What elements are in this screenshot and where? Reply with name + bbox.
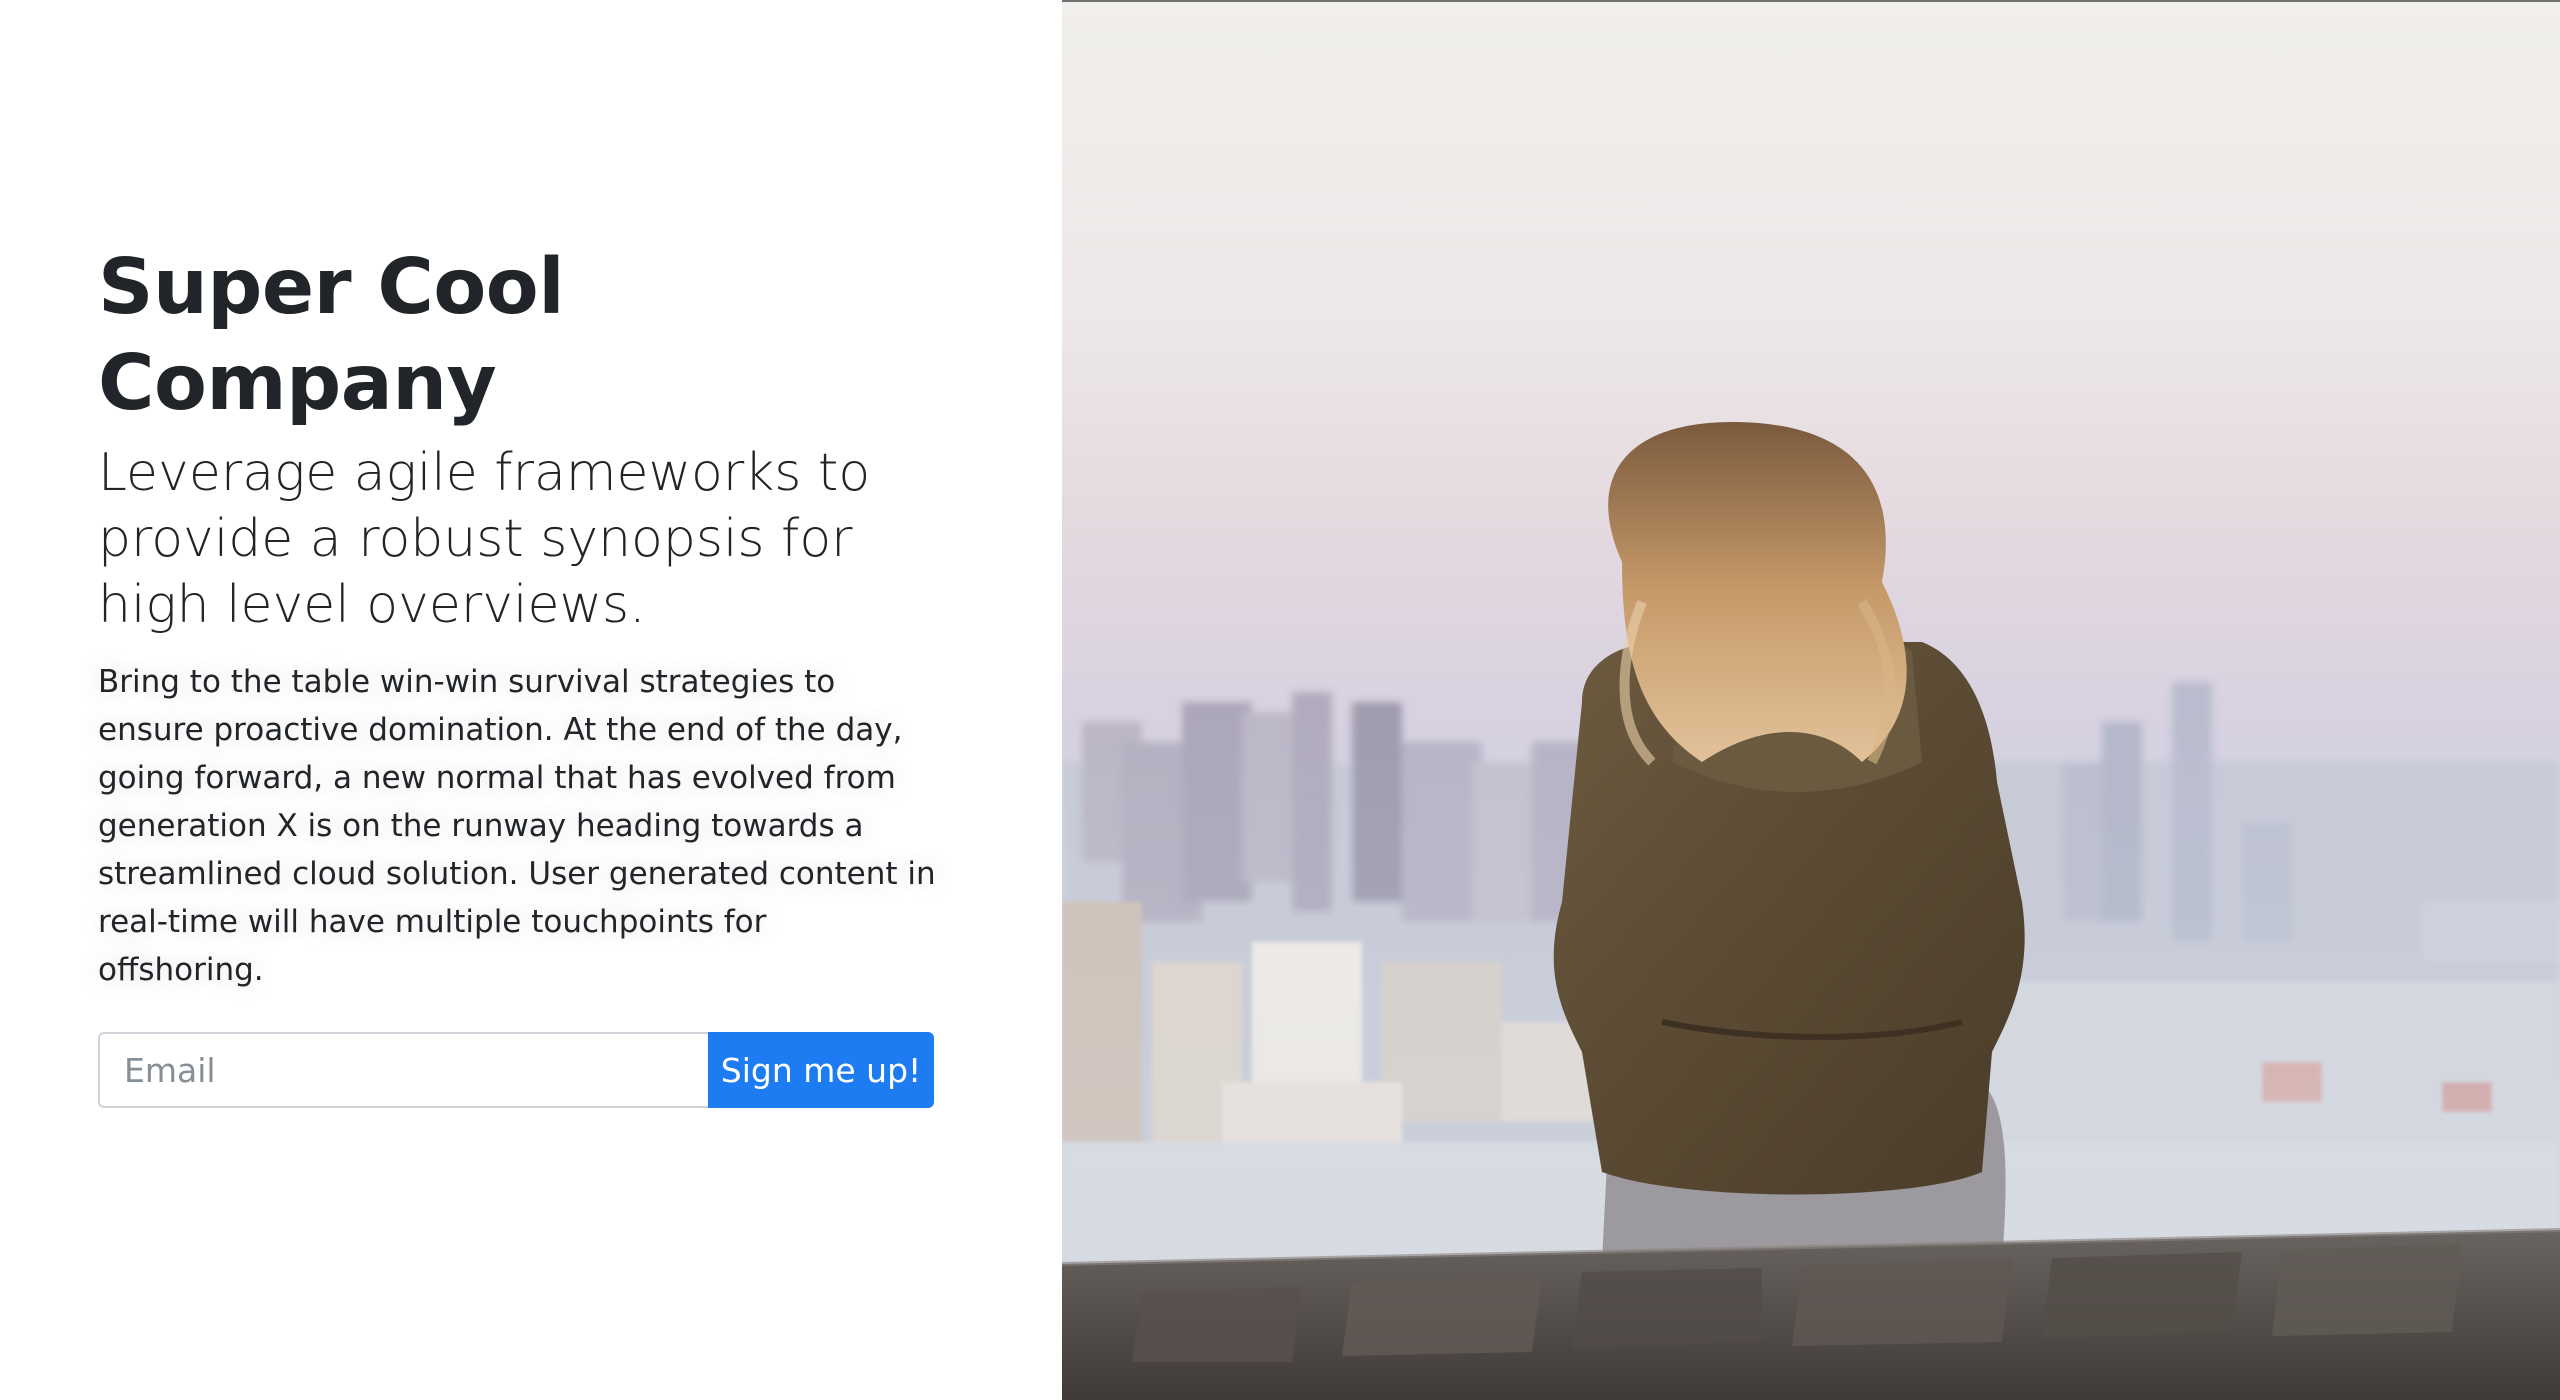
company-title: Super Cool Company [98, 243, 565, 428]
hero-text-panel: Super Cool Company Leverage agile framew… [0, 0, 1062, 1400]
signup-button[interactable]: Sign me up! [708, 1032, 934, 1108]
hero-lead: Leverage agile frameworks to provide a r… [98, 443, 871, 635]
hero-content: Super Cool Company Leverage agile framew… [98, 240, 948, 1108]
city-overlook-illustration [1062, 2, 2560, 1400]
hero-photo [1062, 2, 2560, 1400]
hero-body-text: Bring to the table win-win survival stra… [98, 664, 936, 988]
email-input[interactable] [98, 1032, 708, 1108]
signup-form: Sign me up! [98, 1032, 934, 1108]
